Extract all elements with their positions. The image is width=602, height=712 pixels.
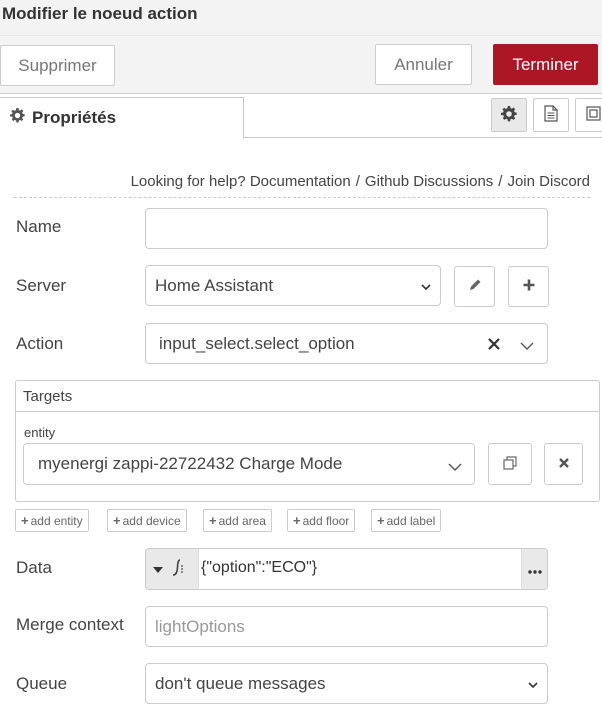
help-separator: /	[355, 173, 360, 190]
plus-icon: +	[113, 513, 121, 528]
queue-value: don't queue messages	[155, 673, 326, 693]
targets-panel: Targets entity myenergi zappi-22722432 C…	[15, 380, 600, 502]
data-input[interactable]: {"option":"ECO"}	[145, 548, 548, 590]
action-label: Action	[16, 334, 64, 353]
add-entity-label: add entity	[30, 513, 83, 528]
add-label-button[interactable]: + add label	[371, 509, 442, 532]
entity-label: entity	[24, 425, 56, 440]
chevron-down-icon	[420, 278, 432, 298]
action-select[interactable]: input_select.select_option	[145, 323, 548, 364]
edit-server-button[interactable]	[454, 266, 495, 307]
server-value: Home Assistant	[155, 275, 274, 295]
add-device-button[interactable]: + add device	[107, 509, 187, 532]
dialog-title: Modifier le noeud action	[2, 4, 198, 23]
document-icon	[544, 105, 558, 125]
close-icon	[558, 456, 570, 472]
name-label: Name	[16, 217, 62, 236]
documentation-link[interactable]: Documentation	[250, 173, 351, 190]
cancel-button[interactable]: Annuler	[375, 44, 472, 85]
name-input[interactable]	[145, 208, 548, 249]
chevron-down-icon[interactable]	[520, 337, 534, 357]
add-entity-button[interactable]: + add entity	[15, 509, 89, 532]
queue-select[interactable]: don't queue messages	[145, 663, 548, 704]
data-value: {"option":"ECO"}	[201, 559, 318, 576]
chevron-down-icon	[527, 676, 539, 696]
jsonata-icon	[171, 558, 185, 581]
plus-icon	[522, 278, 536, 295]
caret-down-icon	[153, 561, 163, 577]
data-type-select[interactable]	[146, 549, 199, 589]
chevron-down-icon	[448, 458, 462, 478]
close-icon[interactable]	[487, 336, 501, 356]
ellipsis-icon	[527, 561, 542, 577]
server-select[interactable]: Home Assistant	[145, 265, 441, 306]
plus-icon: +	[293, 513, 301, 528]
merge-context-label: Merge context	[16, 615, 124, 634]
help-separator: /	[498, 173, 503, 190]
tab-properties-label: Propriétés	[32, 108, 117, 127]
targets-title: Targets	[16, 381, 599, 412]
help-links: Looking for help? Documentation / Github D…	[14, 170, 590, 198]
plus-icon: +	[377, 513, 385, 528]
add-area-button[interactable]: + add area	[203, 509, 272, 532]
join-discord-link[interactable]: Join Discord	[507, 173, 590, 190]
data-label: Data	[16, 558, 52, 577]
tab-bar: Propriétés	[0, 94, 602, 139]
gear-icon	[501, 105, 517, 125]
tab-settings[interactable]	[491, 98, 527, 132]
merge-context-input[interactable]: lightOptions	[145, 606, 548, 647]
gear-icon	[10, 108, 25, 128]
help-prefix: Looking for help?	[130, 173, 246, 190]
copy-entity-button[interactable]	[488, 443, 532, 485]
pencil-icon	[468, 278, 482, 295]
delete-button[interactable]: Supprimer	[0, 45, 115, 86]
dialog-header: Modifier le noeud action	[0, 0, 602, 36]
add-floor-button[interactable]: + add floor	[287, 509, 356, 532]
copy-icon	[502, 455, 518, 474]
done-button[interactable]: Terminer	[493, 44, 598, 85]
entity-select[interactable]: myenergi zappi-22722432 Charge Mode	[23, 443, 475, 485]
add-device-label: add device	[122, 513, 181, 528]
plus-icon: +	[209, 513, 217, 528]
entity-value: myenergi zappi-22722432 Charge Mode	[38, 454, 343, 473]
tab-appearance[interactable]	[575, 98, 602, 132]
server-label: Server	[16, 276, 67, 295]
queue-label: Queue	[16, 674, 68, 693]
add-label-label: add label	[386, 513, 436, 528]
frame-icon	[585, 105, 602, 125]
expand-editor-button[interactable]	[521, 549, 547, 589]
github-discussions-link[interactable]: Github Discussions	[365, 173, 493, 190]
plus-icon: +	[21, 513, 29, 528]
tab-description[interactable]	[533, 98, 569, 132]
dialog-toolbar: Supprimer Annuler Terminer	[0, 36, 602, 94]
add-floor-label: add floor	[302, 513, 350, 528]
add-area-label: add area	[218, 513, 266, 528]
tab-properties[interactable]: Propriétés	[0, 97, 244, 139]
action-value: input_select.select_option	[159, 333, 355, 353]
remove-entity-button[interactable]	[544, 443, 583, 485]
add-server-button[interactable]	[508, 266, 549, 307]
